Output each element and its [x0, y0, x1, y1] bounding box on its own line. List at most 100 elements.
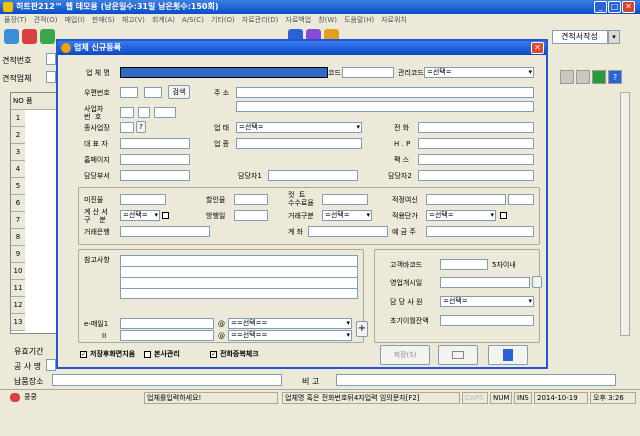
- menu-item[interactable]: 자료백업: [285, 16, 311, 24]
- menu-item[interactable]: 회계(A): [152, 16, 175, 24]
- menu-item[interactable]: 견적(O): [34, 16, 58, 24]
- grid-row-number[interactable]: 9: [11, 246, 25, 263]
- vendor-name-input[interactable]: [120, 67, 328, 78]
- calendar-icon[interactable]: [532, 276, 542, 288]
- email-domain-select-2[interactable]: ==선택==: [228, 330, 352, 341]
- homepage-input[interactable]: [120, 154, 190, 165]
- address-input-1[interactable]: [236, 87, 534, 98]
- email-domain-select-1[interactable]: ==선택==: [228, 318, 352, 329]
- manager2-input[interactable]: [418, 170, 534, 181]
- mobile-input[interactable]: [418, 138, 534, 149]
- home-icon[interactable]: [4, 29, 19, 44]
- contractor-field[interactable]: [46, 359, 56, 371]
- grid-row-number[interactable]: 10: [11, 263, 25, 280]
- phone-input[interactable]: [418, 122, 534, 133]
- biz-no-input-3[interactable]: [154, 107, 176, 118]
- menu-item[interactable]: 창(W): [318, 16, 337, 24]
- delivery-place-field[interactable]: [52, 374, 282, 386]
- bank-input[interactable]: [120, 226, 210, 237]
- remark-field[interactable]: [336, 374, 616, 386]
- grid-row-number[interactable]: 3: [11, 144, 25, 161]
- email-id-input[interactable]: [120, 318, 214, 329]
- unpaid-input[interactable]: [120, 194, 166, 205]
- print-button[interactable]: [438, 345, 478, 365]
- initial-balance-input[interactable]: [440, 315, 534, 326]
- minimize-button[interactable]: _: [594, 1, 607, 13]
- grid-row-number[interactable]: 11: [11, 280, 25, 297]
- menu-item[interactable]: 도움말(H): [344, 16, 374, 24]
- credit-limit-input[interactable]: [426, 194, 506, 205]
- menu-item[interactable]: 판매(S): [92, 16, 115, 24]
- maximize-button[interactable]: □: [608, 1, 621, 13]
- window-selector[interactable]: 견적서작성: [552, 30, 608, 44]
- sales-rep-select[interactable]: =선택=: [440, 296, 534, 307]
- grid-row-number[interactable]: 7: [11, 212, 25, 229]
- grid-row-number[interactable]: 8: [11, 229, 25, 246]
- phone-dup-checkbox[interactable]: ✓: [210, 351, 217, 358]
- help-icon[interactable]: ?: [608, 70, 622, 84]
- menu-item[interactable]: 재고(V): [122, 16, 145, 24]
- globe-icon[interactable]: [40, 29, 55, 44]
- pay-day-input[interactable]: [234, 210, 268, 221]
- excel-icon[interactable]: [592, 70, 606, 84]
- address-input-2[interactable]: [236, 101, 534, 112]
- sub-biz-help-button[interactable]: ?: [136, 121, 146, 133]
- biz-start-input[interactable]: [440, 277, 530, 288]
- grid-row-number[interactable]: 13: [11, 314, 25, 331]
- dialog-close-button[interactable]: ✕: [531, 42, 544, 54]
- zip-input-2[interactable]: [144, 87, 162, 98]
- fax-input[interactable]: [418, 154, 534, 165]
- manager-input[interactable]: [268, 170, 358, 181]
- item-input[interactable]: [236, 138, 362, 149]
- grid-row-number[interactable]: 4: [11, 161, 25, 178]
- ceo-input[interactable]: [120, 138, 190, 149]
- keep-after-save-checkbox[interactable]: ✓: [80, 351, 87, 358]
- chart-icon[interactable]: [22, 29, 37, 44]
- quote-vendor-field[interactable]: [46, 71, 56, 83]
- account-input[interactable]: [308, 226, 388, 237]
- biz-no-input-1[interactable]: [120, 107, 134, 118]
- menu-item[interactable]: 기타(O): [211, 16, 235, 24]
- dept-input[interactable]: [120, 170, 190, 181]
- print-icon[interactable]: [560, 70, 574, 84]
- customer-code-input[interactable]: [440, 259, 488, 270]
- close-app-button[interactable]: ✕: [622, 1, 635, 13]
- zip-search-button[interactable]: 검색: [168, 85, 190, 99]
- grid-row-number[interactable]: 6: [11, 195, 25, 212]
- menu-item[interactable]: 자료관리(D): [242, 16, 279, 24]
- save-button[interactable]: 저장(S): [380, 345, 430, 365]
- depositor-input[interactable]: [426, 226, 534, 237]
- zip-input-1[interactable]: [120, 87, 138, 98]
- add-email-button[interactable]: +: [356, 321, 368, 337]
- grid-row-number[interactable]: 1: [11, 110, 25, 127]
- save-icon[interactable]: [576, 70, 590, 84]
- grid-row-number[interactable]: 2: [11, 127, 25, 144]
- grid-row-number[interactable]: 12: [11, 297, 25, 314]
- email2-id-input[interactable]: [120, 330, 214, 341]
- exit-button[interactable]: [488, 345, 528, 365]
- mobile-label: H . P: [394, 140, 411, 148]
- hq-checkbox[interactable]: [144, 351, 151, 358]
- biz-no-input-2[interactable]: [138, 107, 150, 118]
- unit-price-select[interactable]: =선택=: [426, 210, 496, 221]
- discount-input[interactable]: [234, 194, 268, 205]
- chevron-down-icon[interactable]: ▾: [608, 30, 620, 44]
- grid-row-number[interactable]: 5: [11, 178, 25, 195]
- unit-price-checkbox[interactable]: [500, 212, 507, 219]
- mgmt-code-select[interactable]: =선택=: [424, 67, 534, 78]
- menu-item[interactable]: 물장(T): [4, 16, 27, 24]
- sub-biz-input[interactable]: [120, 122, 134, 133]
- settle-select[interactable]: =선택=: [120, 210, 160, 221]
- menu-item[interactable]: 자료위치: [381, 16, 407, 24]
- code-input[interactable]: [342, 67, 394, 78]
- settle-checkbox[interactable]: [162, 212, 169, 219]
- trade-type-select[interactable]: =선택=: [322, 210, 372, 221]
- notes-textarea[interactable]: [120, 255, 358, 299]
- business-select[interactable]: =선택=: [236, 122, 362, 133]
- credit-limit-unit-input[interactable]: [508, 194, 534, 205]
- quote-no-field[interactable]: [46, 53, 56, 65]
- cut-fee-input[interactable]: [322, 194, 368, 205]
- grid-scrollbar[interactable]: [620, 92, 630, 336]
- menu-item[interactable]: A/S(C): [182, 16, 204, 24]
- menu-item[interactable]: 매입(I): [64, 16, 84, 24]
